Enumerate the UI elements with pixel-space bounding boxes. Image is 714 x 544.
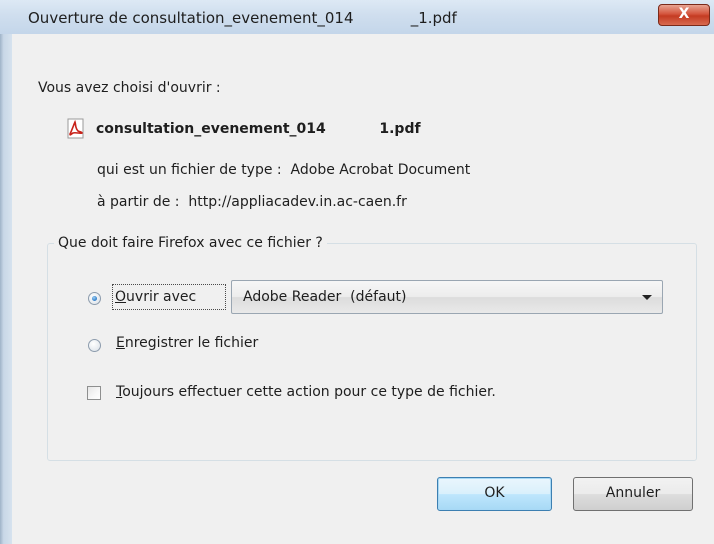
open-with-radio[interactable] — [88, 292, 101, 305]
open-with-label[interactable]: Ouvrir avec — [115, 289, 196, 305]
window-frame — [0, 34, 12, 544]
application-select[interactable]: Adobe Reader (défaut) — [231, 280, 663, 314]
always-do-label-rest: oujours effectuer cette action pour ce t… — [122, 384, 496, 400]
always-do-label[interactable]: Toujours effectuer cette action pour ce … — [116, 384, 496, 400]
chevron-down-icon — [642, 295, 652, 300]
always-do-checkbox[interactable] — [87, 386, 101, 400]
file-type-line: qui est un fichier de type : Adobe Acrob… — [97, 162, 471, 178]
cancel-button[interactable]: Annuler — [573, 477, 693, 511]
action-group-legend: Que doit faire Firefox avec ce fichier ? — [54, 235, 327, 251]
save-file-label-rest: nregistrer le fichier — [124, 335, 259, 351]
action-groupbox — [47, 243, 697, 461]
close-button[interactable]: X — [658, 4, 710, 26]
open-with-accel: O — [115, 289, 127, 305]
save-file-accel: E — [116, 335, 125, 351]
filename: consultation_evenement_014 1.pdf — [96, 121, 421, 137]
title-bar[interactable]: Ouverture de consultation_evenement_014 … — [0, 0, 714, 35]
save-file-radio[interactable] — [88, 339, 101, 352]
close-icon: X — [678, 6, 690, 22]
open-with-label-rest: uvrir avec — [126, 289, 197, 305]
download-dialog: Ouverture de consultation_evenement_014 … — [0, 0, 714, 544]
source-url-line: à partir de : http://appliacadev.in.ac-c… — [97, 194, 407, 210]
application-select-value: Adobe Reader (défaut) — [243, 289, 407, 305]
save-file-label[interactable]: Enregistrer le fichier — [116, 335, 258, 351]
window-title: Ouverture de consultation_evenement_014 … — [28, 9, 457, 27]
ok-button[interactable]: OK — [437, 477, 552, 511]
pdf-icon — [67, 118, 84, 139]
chosen-to-open-label: Vous avez choisi d'ouvrir : — [38, 80, 221, 96]
